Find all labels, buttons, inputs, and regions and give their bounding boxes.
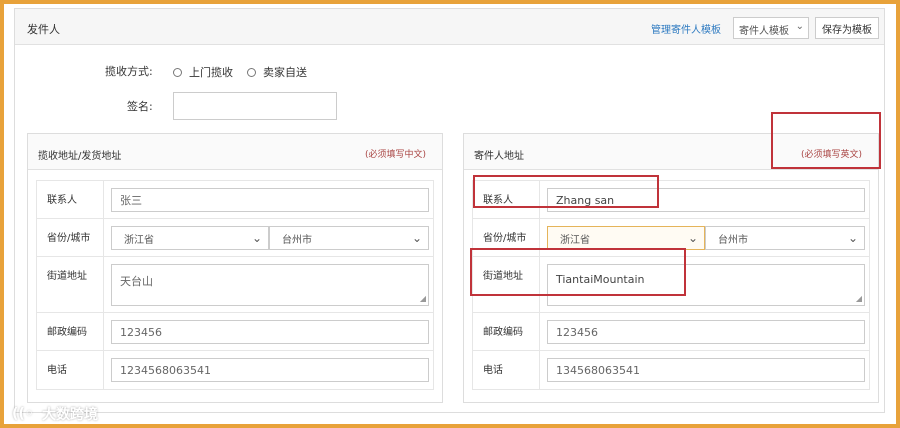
phone-row: 电话 134568063541 <box>473 351 869 389</box>
city-select-value: 台州市 <box>282 234 312 246</box>
zip-row: 邮政编码 123456 <box>473 313 869 351</box>
chevron-down-icon: ⌄ <box>411 231 422 245</box>
watermark-text: 大数跨境 <box>42 407 98 423</box>
province-select[interactable]: 浙江省 ⌄ <box>111 226 269 250</box>
radio-icon <box>173 67 182 77</box>
street-row: 街道地址 天台山 ◢ <box>37 257 433 313</box>
annotation-box-english-note <box>771 112 881 169</box>
chinese-required-note: (必须填写中文) <box>365 150 427 160</box>
zip-input[interactable]: 123456 <box>111 320 429 344</box>
city-select[interactable]: 台州市 ⌄ <box>269 226 429 250</box>
sender-header: 发件人 管理寄件人模板 寄件人模板 ⌄ 保存为模板 <box>15 9 884 45</box>
sender-address-title: 寄件人地址 <box>474 151 524 162</box>
province-select-value: 浙江省 <box>560 234 590 246</box>
contact-label: 联系人 <box>47 195 77 206</box>
pickup-door-label: 上门揽收 <box>189 66 233 79</box>
contact-input[interactable]: 张三 <box>111 188 429 212</box>
pickup-self-label: 卖家自送 <box>263 66 307 79</box>
logo-icon: ((◦ <box>12 406 34 422</box>
resize-grip-icon[interactable]: ◢ <box>420 295 426 303</box>
pickup-self-radio[interactable]: 卖家自送 <box>247 64 307 80</box>
chevron-down-icon: ⌄ <box>251 231 262 245</box>
phone-label: 电话 <box>483 365 503 376</box>
pickup-address-header: 揽收地址/发货地址 (必须填写中文) <box>28 134 442 170</box>
zip-input[interactable]: 123456 <box>547 320 865 344</box>
chevron-down-icon: ⌄ <box>795 21 804 32</box>
street-textarea[interactable]: 天台山 ◢ <box>111 264 429 306</box>
pickup-address-title: 揽收地址/发货地址 <box>38 151 122 162</box>
zip-row: 邮政编码 123456 <box>37 313 433 351</box>
province-city-label: 省份/城市 <box>47 233 91 244</box>
street-label: 街道地址 <box>47 271 87 282</box>
radio-icon <box>247 67 256 77</box>
signature-input[interactable] <box>173 92 337 120</box>
province-city-label: 省份/城市 <box>483 233 527 244</box>
annotation-box-contact <box>473 175 659 208</box>
page-frame: 发件人 管理寄件人模板 寄件人模板 ⌄ 保存为模板 揽收方式: 上门揽收 卖家自… <box>4 4 896 424</box>
resize-grip-icon[interactable]: ◢ <box>856 295 862 303</box>
city-select-value: 台州市 <box>718 234 748 246</box>
save-template-button[interactable]: 保存为模板 <box>815 17 879 39</box>
pickup-address-fields: 联系人 张三 省份/城市 浙江省 ⌄ 台州市 ⌄ 街道地址 天台山 ◢ 邮政编码… <box>36 180 434 390</box>
zip-label: 邮政编码 <box>483 327 523 338</box>
province-select[interactable]: 浙江省 ⌄ <box>547 226 705 250</box>
phone-input[interactable]: 1234568063541 <box>111 358 429 382</box>
pickup-address-card: 揽收地址/发货地址 (必须填写中文) 联系人 张三 省份/城市 浙江省 ⌄ 台州… <box>27 133 443 403</box>
watermark: ((◦ 大数跨境 <box>12 404 98 424</box>
province-select-value: 浙江省 <box>124 234 154 246</box>
street-value: 天台山 <box>120 275 153 288</box>
zip-label: 邮政编码 <box>47 327 87 338</box>
pickup-door-radio[interactable]: 上门揽收 <box>173 64 233 80</box>
annotation-box-street <box>470 248 686 296</box>
sender-template-select-value: 寄件人模板 <box>739 26 789 37</box>
manage-template-link[interactable]: 管理寄件人模板 <box>651 21 721 36</box>
signature-label: 签名: <box>127 100 153 113</box>
chevron-down-icon: ⌄ <box>847 231 858 245</box>
phone-label: 电话 <box>47 365 67 376</box>
phone-row: 电话 1234568063541 <box>37 351 433 389</box>
phone-input[interactable]: 134568063541 <box>547 358 865 382</box>
contact-row: 联系人 张三 <box>37 181 433 219</box>
pickup-method-label: 揽收方式: <box>105 65 153 78</box>
sender-template-select[interactable]: 寄件人模板 ⌄ <box>733 17 809 39</box>
sender-title: 发件人 <box>27 23 60 36</box>
sender-panel: 发件人 管理寄件人模板 寄件人模板 ⌄ 保存为模板 揽收方式: 上门揽收 卖家自… <box>14 8 885 413</box>
chevron-down-icon: ⌄ <box>687 231 698 245</box>
city-select[interactable]: 台州市 ⌄ <box>705 226 865 250</box>
province-city-row: 省份/城市 浙江省 ⌄ 台州市 ⌄ <box>37 219 433 257</box>
